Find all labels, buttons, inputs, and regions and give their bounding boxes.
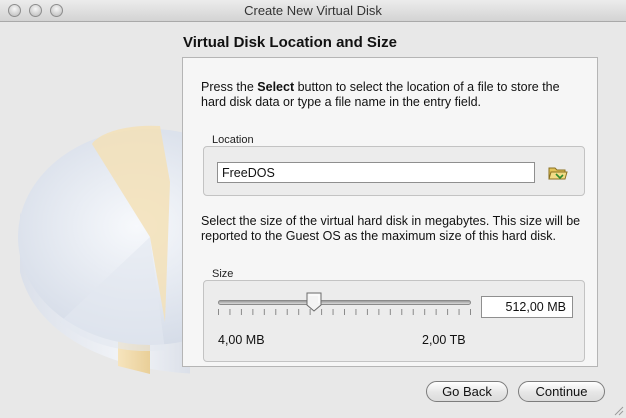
size-max-label: 2,00 TB [422, 333, 466, 347]
go-back-button[interactable]: Go Back [426, 381, 508, 402]
continue-button[interactable]: Continue [518, 381, 605, 402]
settings-panel: Press the Select button to select the lo… [182, 57, 598, 367]
select-location-button[interactable] [547, 163, 569, 183]
virtual-disk-illustration [18, 125, 190, 374]
folder-open-icon [548, 167, 568, 180]
create-virtual-disk-window: Create New Virtual Disk Virtual Disk Loc… [0, 0, 626, 418]
location-input[interactable] [217, 162, 535, 183]
size-slider-thumb[interactable] [306, 292, 322, 312]
size-description: Select the size of the virtual hard disk… [201, 214, 581, 243]
location-group [203, 146, 585, 196]
size-group: 4,00 MB 2,00 TB [203, 280, 585, 362]
size-min-label: 4,00 MB [218, 333, 265, 347]
size-slider-ticks [218, 309, 471, 315]
location-description: Press the Select button to select the lo… [201, 80, 560, 109]
location-group-label: Location [212, 134, 254, 146]
size-slider-track[interactable] [218, 300, 471, 305]
window-title: Create New Virtual Disk [244, 3, 382, 18]
page-heading: Virtual Disk Location and Size [183, 34, 397, 51]
title-bar[interactable]: Create New Virtual Disk [0, 0, 626, 22]
select-keyword: Select [257, 80, 295, 94]
resize-grip-icon[interactable] [612, 404, 624, 416]
size-value-input[interactable] [481, 296, 573, 318]
size-group-label: Size [212, 268, 234, 280]
